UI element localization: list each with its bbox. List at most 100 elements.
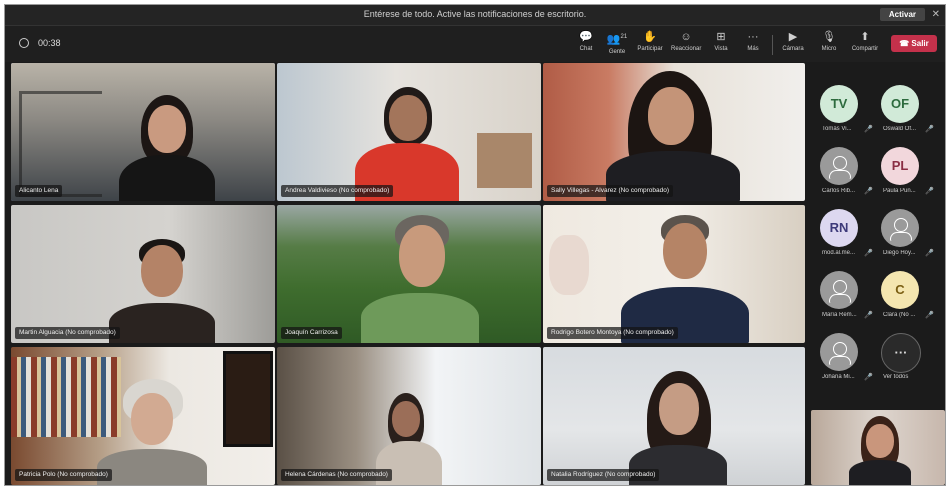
participant-avatar-item[interactable]: PL Paula Pun... 🎤 (881, 147, 941, 203)
mic-off-icon: 🎤 (864, 126, 873, 133)
participant-figure (623, 371, 733, 485)
participant-figure (845, 414, 915, 485)
camera-button-label: Cámara (782, 46, 804, 52)
person-icon (894, 218, 908, 232)
activate-notifications-button[interactable]: Activar (879, 8, 925, 21)
mic-off-icon: 🎤 (925, 126, 934, 133)
participant-name: Sally Villegas - Alvarez (No comprobado) (547, 185, 674, 197)
flower-shape (549, 235, 589, 295)
phone-hangup-icon: ☎ (899, 39, 912, 48)
notification-text: Entérese de todo. Active las notificacio… (363, 9, 587, 19)
avatar: OF (881, 85, 919, 123)
toolbar-divider (772, 35, 773, 55)
meeting-timer: 00:38 (38, 38, 61, 48)
window-frame-shape (19, 91, 102, 197)
video-tile[interactable]: Martin Alguacia (No comprobado) (11, 205, 275, 343)
participant-avatar-item[interactable]: TV Tomás Vi... 🎤 (820, 85, 880, 141)
share-button-label: Compartir (851, 46, 879, 52)
chat-button[interactable]: 💬 Chat (571, 30, 601, 60)
video-tile[interactable]: Andrea Valdivieso (No comprobado) (277, 63, 541, 201)
participant-avatar-item[interactable]: OF Oswald Of... 🎤 (881, 85, 941, 141)
people-button[interactable]: 👥21 Gente (602, 30, 632, 60)
avatar (881, 209, 919, 247)
ellipsis-icon: ··· (881, 333, 921, 373)
mic-off-icon: 🎤 (864, 374, 873, 381)
people-button-label: Gente (608, 48, 626, 55)
chat-button-label: Chat (579, 46, 593, 52)
view-button-label: Vista (714, 46, 728, 52)
mic-off-icon: 🎤 (925, 312, 934, 319)
chat-icon: 💬 (579, 31, 593, 43)
participant-figure (347, 85, 467, 201)
participant-count-badge: 21 (620, 34, 628, 40)
participant-figure (598, 71, 748, 201)
mic-icon: 🎙 (822, 31, 836, 43)
meeting-toolbar: 00:38 💬 Chat 👥21 Gente ✋ Participar ☺ Re… (5, 26, 945, 62)
avatar: TV (820, 85, 858, 123)
participant-avatar-item[interactable]: C Clara (No ... 🎤 (881, 271, 941, 327)
participant-avatar-item[interactable]: Johana Mi... 🎤 (820, 333, 880, 389)
participant-name: Helena Cárdenas (No comprobado) (281, 469, 392, 481)
notification-bar: Entérese de todo. Active las notificacio… (5, 5, 945, 26)
participant-name: Rodrigo Botero Montoya (No comprobado) (547, 327, 678, 339)
share-button[interactable]: ⬆ Compartir (850, 30, 880, 60)
video-tile[interactable]: Patricia Polo (No comprobado) (11, 347, 275, 485)
raise-hand-button-label: Participar (637, 46, 663, 52)
video-tile[interactable]: Natalia Rodríguez (No comprobado) (543, 347, 805, 485)
grid-view-icon: ⊞ (716, 31, 726, 43)
person-icon (833, 280, 847, 294)
avatar (820, 333, 858, 371)
view-all-participants[interactable]: ··· Ver todos (881, 333, 941, 389)
person-icon (833, 342, 847, 356)
react-button[interactable]: ☺ Reaccionar (671, 30, 701, 60)
more-icon: ··· (747, 31, 759, 43)
participant-avatar-item[interactable]: Diego Hoy... 🎤 (881, 209, 941, 265)
avatar (820, 271, 858, 309)
close-icon[interactable]: ✕ (932, 8, 940, 21)
react-button-label: Reaccionar (671, 46, 702, 52)
mic-off-icon: 🎤 (864, 188, 873, 195)
more-button[interactable]: ··· Más (738, 30, 768, 60)
view-button[interactable]: ⊞ Vista (706, 30, 736, 60)
furniture-shape (477, 133, 532, 188)
video-tile[interactable]: Joaquín Carrizosa (277, 205, 541, 343)
view-all-label: Ver todos (883, 374, 909, 380)
mic-off-icon: 🎤 (925, 188, 934, 195)
participant-figure (355, 215, 485, 343)
mic-off-icon: 🎤 (925, 250, 934, 257)
participant-avatar-item[interactable]: RN mod.al.me... 🎤 (820, 209, 880, 265)
person-icon (833, 156, 847, 170)
mic-button-label: Micro (821, 46, 837, 52)
participant-name: Alicanto Lena (15, 185, 63, 197)
avatar: C (881, 271, 919, 309)
leave-button-label: Salir (911, 39, 929, 48)
camera-icon: ▶ (788, 31, 798, 43)
participant-name: Andrea Valdivieso (No comprobado) (281, 185, 394, 197)
raise-hand-button[interactable]: ✋ Participar (635, 30, 665, 60)
emoji-icon: ☺ (680, 31, 692, 43)
leave-button[interactable]: ☎ Salir (891, 35, 937, 52)
video-tile[interactable]: Helena Cárdenas (No comprobado) (277, 347, 541, 485)
self-view-tile[interactable] (811, 410, 945, 485)
participant-figure (615, 215, 755, 343)
video-tile[interactable]: Sally Villegas - Alvarez (No comprobado) (543, 63, 805, 201)
more-button-label: Más (747, 46, 759, 52)
camera-button[interactable]: ▶ Cámara (778, 30, 808, 60)
participant-avatar-item[interactable]: María Rem... 🎤 (820, 271, 880, 327)
avatar: PL (881, 147, 919, 185)
avatar: RN (820, 209, 858, 247)
raise-hand-icon: ✋ (643, 31, 657, 43)
avatar (820, 147, 858, 185)
mic-off-icon: 🎤 (864, 312, 873, 319)
participant-name: Joaquín Carrizosa (281, 327, 342, 339)
participant-figure (111, 93, 221, 201)
video-tile[interactable]: Rodrigo Botero Montoya (No comprobado) (543, 205, 805, 343)
shield-icon (19, 38, 29, 48)
participant-avatar-item[interactable]: Carlos Rib... 🎤 (820, 147, 880, 203)
share-icon: ⬆ (860, 31, 870, 43)
mic-off-icon: 🎤 (864, 250, 873, 257)
participant-name: Martin Alguacia (No comprobado) (15, 327, 120, 339)
painting-shape (223, 351, 273, 447)
video-tile[interactable]: Alicanto Lena (11, 63, 275, 201)
mic-button[interactable]: 🎙 Micro (814, 30, 844, 60)
